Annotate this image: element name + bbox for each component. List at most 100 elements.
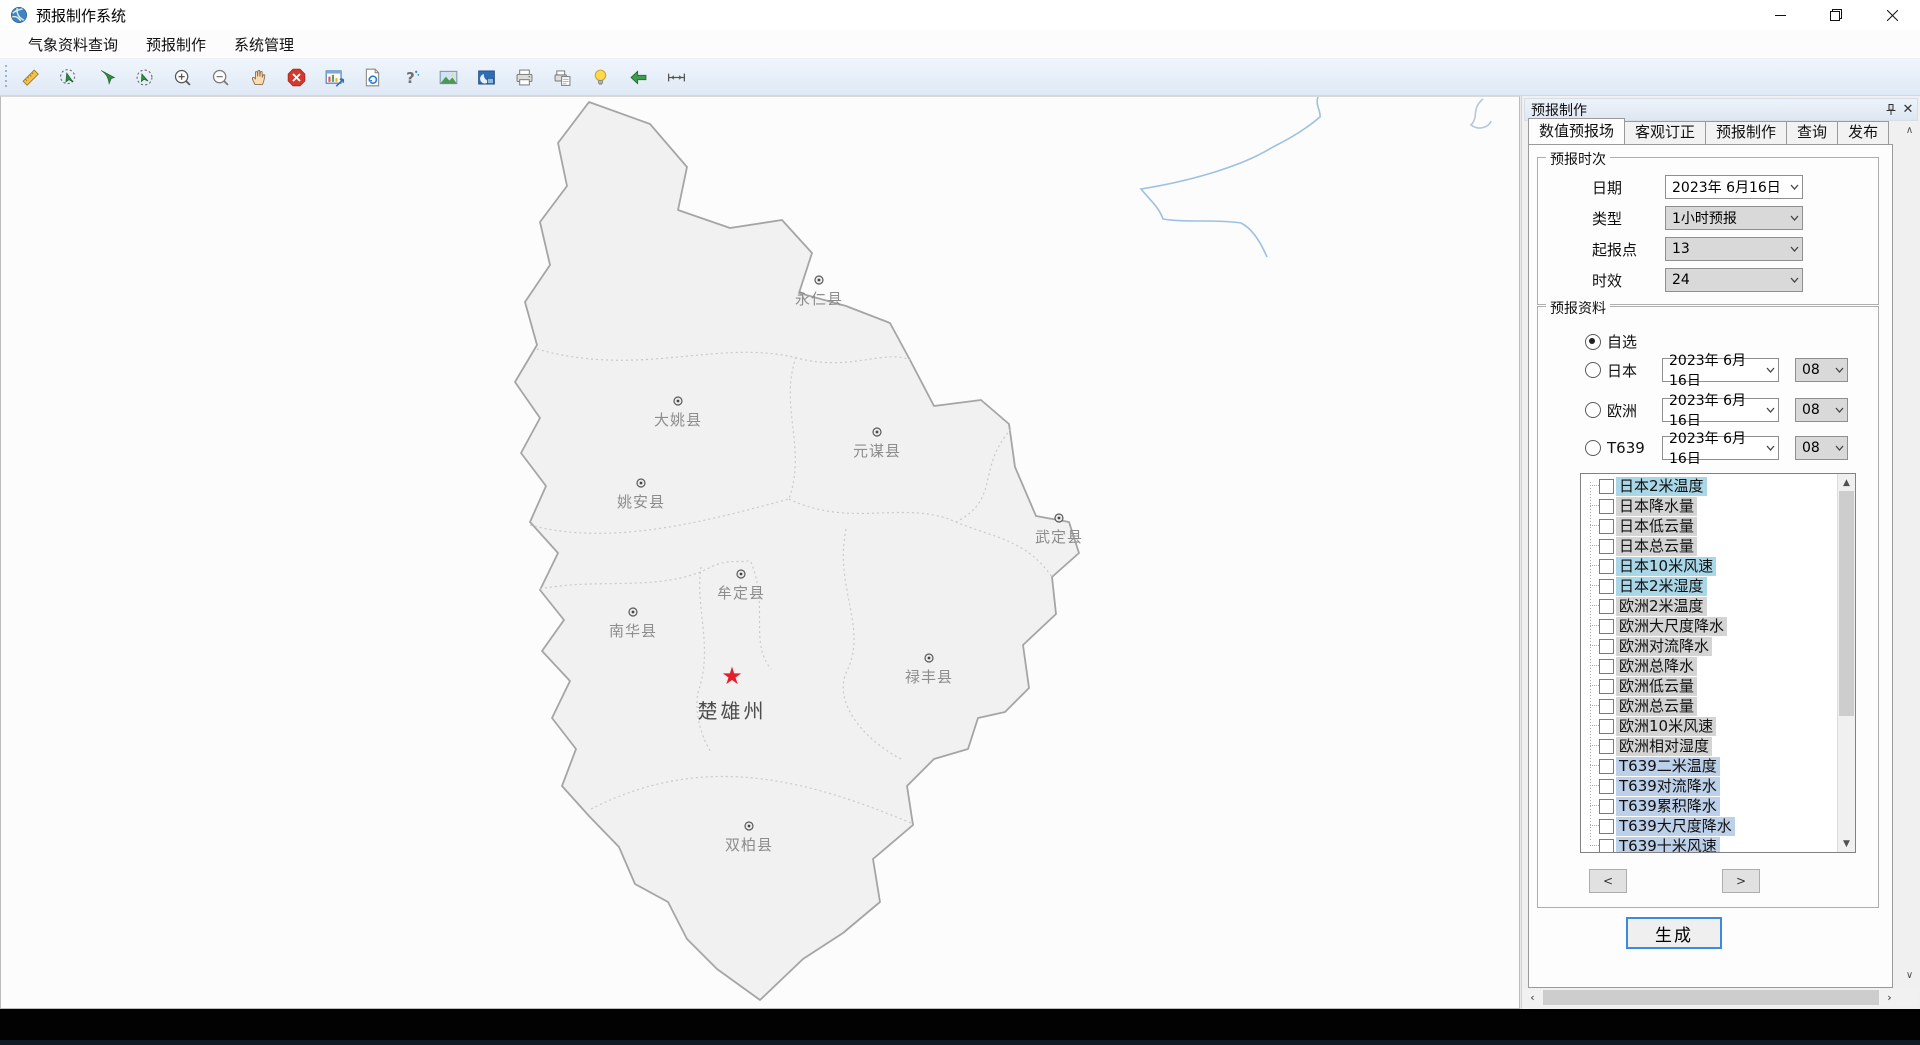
checkbox[interactable]	[1599, 679, 1614, 694]
radio-japan[interactable]	[1585, 362, 1601, 378]
zoom-out-icon[interactable]	[208, 65, 232, 89]
checkbox[interactable]	[1599, 519, 1614, 534]
tree-item[interactable]: 日本2米湿度	[1581, 576, 1838, 596]
tab-numeric-forecast-field[interactable]: 数值预报场	[1528, 118, 1625, 144]
date-select[interactable]: 2023年 6月16日	[1665, 175, 1803, 199]
checkbox[interactable]	[1599, 619, 1614, 634]
tree-scrollbar[interactable]: ▲ ▼	[1837, 474, 1855, 852]
tab-query[interactable]: 查询	[1786, 121, 1838, 144]
tree-item[interactable]: 日本10米风速	[1581, 556, 1838, 576]
panel-vertical-scrollbar[interactable]: ∧ ∨	[1901, 122, 1918, 984]
county-dayao[interactable]: 大姚县	[654, 395, 702, 430]
radio-self-select[interactable]	[1585, 334, 1601, 350]
start-hour-select[interactable]: 13	[1665, 237, 1803, 261]
t639-date-select[interactable]: 2023年 6月16日	[1662, 436, 1779, 460]
panel-horizontal-scrollbar[interactable]: ‹ ›	[1524, 989, 1918, 1006]
county-nanhua[interactable]: 南华县	[609, 606, 657, 641]
tree-item[interactable]: 欧洲对流降水	[1581, 636, 1838, 656]
tree-item[interactable]: 欧洲10米风速	[1581, 716, 1838, 736]
duration-select[interactable]: 24	[1665, 268, 1803, 292]
checkbox[interactable]	[1599, 739, 1614, 754]
tree-item[interactable]: 欧洲总云量	[1581, 696, 1838, 716]
checkbox[interactable]	[1599, 479, 1614, 494]
scrollbar-thumb[interactable]	[1543, 990, 1879, 1005]
zoom-in-icon[interactable]	[170, 65, 194, 89]
restore-button[interactable]	[1808, 0, 1864, 30]
tree-item[interactable]: 日本降水量	[1581, 496, 1838, 516]
checkbox[interactable]	[1599, 499, 1614, 514]
tree-item[interactable]: 日本总云量	[1581, 536, 1838, 556]
county-wuding[interactable]: 武定县	[1035, 512, 1083, 547]
checkbox[interactable]	[1599, 559, 1614, 574]
tree-item[interactable]: 日本2米温度	[1581, 476, 1838, 496]
scroll-left-icon[interactable]: ‹	[1524, 989, 1541, 1006]
tree-item[interactable]: 欧洲大尺度降水	[1581, 616, 1838, 636]
tree-item[interactable]: T639二米温度	[1581, 756, 1838, 776]
japan-date-select[interactable]: 2023年 6月16日	[1662, 358, 1779, 382]
scroll-up-icon[interactable]: ∧	[1901, 122, 1918, 139]
forecast-element-list[interactable]: 日本2米温度 日本降水量 日本低云量 日本总云量 日本10米风速 日本2米湿度 …	[1580, 473, 1856, 853]
prefecture-capital[interactable]: ★ 楚雄州	[698, 665, 767, 724]
tab-objective-correction[interactable]: 客观订正	[1624, 121, 1706, 144]
menu-system-management[interactable]: 系统管理	[220, 31, 308, 58]
toolbar-grip[interactable]	[5, 65, 10, 89]
checkbox[interactable]	[1599, 779, 1614, 794]
county-yuanmou[interactable]: 元谋县	[853, 426, 901, 461]
japan-hour-select[interactable]: 08	[1795, 358, 1848, 382]
scroll-right-icon[interactable]: ›	[1881, 989, 1898, 1006]
printer-icon[interactable]	[512, 65, 536, 89]
pointer-arrow-icon[interactable]	[94, 65, 118, 89]
route-measure-icon[interactable]	[664, 65, 688, 89]
select-region-icon[interactable]	[56, 65, 80, 89]
lightbulb-icon[interactable]	[588, 65, 612, 89]
europe-date-select[interactable]: 2023年 6月16日	[1662, 398, 1779, 422]
query-help-icon[interactable]: ?	[398, 65, 422, 89]
europe-hour-select[interactable]: 08	[1795, 398, 1848, 422]
checkbox[interactable]	[1599, 599, 1614, 614]
tree-item[interactable]: 欧洲相对湿度	[1581, 736, 1838, 756]
tree-item[interactable]: 欧洲低云量	[1581, 676, 1838, 696]
radio-t639[interactable]	[1585, 440, 1601, 456]
tree-item[interactable]: T639对流降水	[1581, 776, 1838, 796]
checkbox[interactable]	[1599, 839, 1614, 854]
panel-close-icon[interactable]: ✕	[1899, 101, 1917, 119]
pin-icon[interactable]	[1881, 101, 1899, 119]
lasso-select-icon[interactable]	[132, 65, 156, 89]
ruler-measure-icon[interactable]	[18, 65, 42, 89]
tree-item[interactable]: T639累积降水	[1581, 796, 1838, 816]
tree-item[interactable]: T639十米风速	[1581, 836, 1838, 853]
county-yaoan[interactable]: 姚安县	[617, 477, 665, 512]
tree-item[interactable]: T639大尺度降水	[1581, 816, 1838, 836]
tab-publish[interactable]: 发布	[1837, 121, 1889, 144]
checkbox[interactable]	[1599, 539, 1614, 554]
checkbox[interactable]	[1599, 699, 1614, 714]
chart-window-icon[interactable]	[322, 65, 346, 89]
tab-forecast-production[interactable]: 预报制作	[1705, 121, 1787, 144]
menu-forecast-production[interactable]: 预报制作	[132, 31, 220, 58]
checkbox[interactable]	[1599, 659, 1614, 674]
print-preview-icon[interactable]	[550, 65, 574, 89]
minimize-button[interactable]	[1752, 0, 1808, 30]
checkbox[interactable]	[1599, 579, 1614, 594]
prev-button[interactable]: <	[1589, 869, 1627, 893]
scroll-down-icon[interactable]: ▼	[1838, 835, 1855, 852]
scroll-up-icon[interactable]: ▲	[1838, 474, 1855, 491]
next-button[interactable]: >	[1722, 869, 1760, 893]
checkbox[interactable]	[1599, 639, 1614, 654]
checkbox[interactable]	[1599, 819, 1614, 834]
menu-weather-data-query[interactable]: 气象资料查询	[14, 31, 132, 58]
map-view[interactable]: 永仁县 大姚县 元谋县 姚安县 武定县 牟定县 南华县 禄丰县	[0, 96, 1520, 1009]
pan-hand-icon[interactable]	[246, 65, 270, 89]
back-arrow-icon[interactable]	[626, 65, 650, 89]
t639-hour-select[interactable]: 08	[1795, 436, 1848, 460]
checkbox[interactable]	[1599, 719, 1614, 734]
scrollbar-thumb[interactable]	[1839, 491, 1854, 716]
page-refresh-icon[interactable]	[360, 65, 384, 89]
tree-item[interactable]: 欧洲总降水	[1581, 656, 1838, 676]
close-button[interactable]	[1864, 0, 1920, 30]
county-yongren[interactable]: 永仁县	[795, 274, 843, 309]
type-select[interactable]: 1小时预报	[1665, 206, 1803, 230]
tree-item[interactable]: 日本低云量	[1581, 516, 1838, 536]
checkbox[interactable]	[1599, 799, 1614, 814]
radio-europe[interactable]	[1585, 402, 1601, 418]
